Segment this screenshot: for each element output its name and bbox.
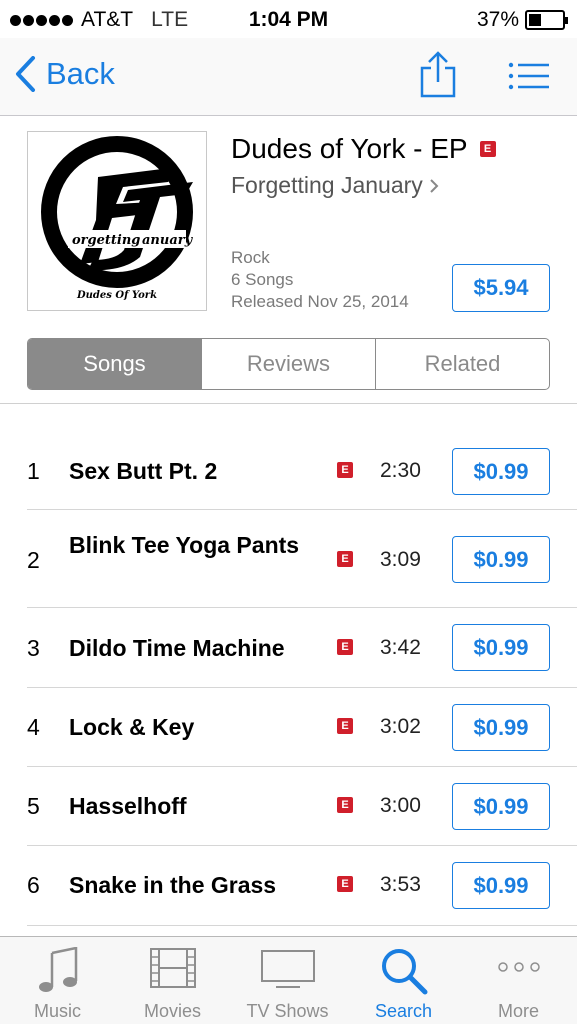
list-icon[interactable] <box>508 62 550 90</box>
tab-label: Music <box>33 1001 81 1021</box>
song-duration: 3:53 <box>380 873 421 896</box>
logo-text-left: orgetting <box>72 233 140 248</box>
song-row[interactable]: 6 Snake in the Grass E 3:53 $0.99 <box>0 846 577 926</box>
song-duration: 3:09 <box>380 548 421 571</box>
album-artwork[interactable]: orgetting anuary Dudes Of York <box>27 131 207 311</box>
segmented-control: Songs Reviews Related <box>27 338 550 390</box>
album-song-count: 6 Songs <box>231 270 294 289</box>
album-title-row: Dudes of York - EP E <box>231 133 496 165</box>
tab-label: More <box>497 1001 539 1021</box>
track-number: 5 <box>27 793 40 819</box>
track-number: 1 <box>27 458 40 484</box>
explicit-badge: E <box>337 797 353 813</box>
explicit-badge: E <box>337 462 353 478</box>
song-duration: 3:42 <box>380 636 421 659</box>
tab-songs[interactable]: Songs <box>28 339 202 389</box>
battery-percent: 37% <box>476 8 519 31</box>
album-buy-button[interactable]: $5.94 <box>452 264 550 312</box>
song-buy-button[interactable]: $0.99 <box>452 536 550 583</box>
tab-more[interactable]: More <box>461 937 576 1024</box>
artist-link[interactable]: Forgetting January <box>231 172 439 199</box>
song-buy-button[interactable]: $0.99 <box>452 624 550 671</box>
song-title: Hasselhoff <box>69 793 187 819</box>
explicit-badge: E <box>479 141 496 157</box>
song-title: Blink Tee Yoga Pants <box>69 532 300 558</box>
song-duration: 3:00 <box>380 794 421 817</box>
tab-related[interactable]: Related <box>376 339 549 389</box>
search-icon <box>381 949 427 995</box>
song-row[interactable]: 2 Blink Tee Yoga Pants E 3:09 $0.99 <box>0 510 577 608</box>
song-row[interactable]: 3 Dildo Time Machine E 3:42 $0.99 <box>0 608 577 688</box>
track-number: 4 <box>27 714 40 740</box>
track-number: 6 <box>27 872 40 898</box>
track-number: 2 <box>27 547 40 573</box>
back-label: Back <box>46 56 115 91</box>
explicit-badge: E <box>337 551 353 567</box>
song-duration: 3:02 <box>380 715 421 738</box>
artwork-caption: Dudes Of York <box>76 290 158 301</box>
song-title: Snake in the Grass <box>69 872 277 898</box>
chevron-right-icon <box>430 178 439 193</box>
music-note-icon <box>38 947 77 992</box>
album-genre: Rock <box>231 248 270 267</box>
song-buy-button[interactable]: $0.99 <box>452 704 550 751</box>
band-logo: orgetting anuary <box>41 136 194 288</box>
tab-label: Search <box>374 1001 433 1021</box>
song-buy-button[interactable]: $0.99 <box>452 862 550 909</box>
tab-label: TV Shows <box>246 1001 329 1021</box>
back-button[interactable]: Back <box>14 56 115 92</box>
track-number: 3 <box>27 635 40 661</box>
more-dots-icon <box>497 962 540 972</box>
tab-reviews[interactable]: Reviews <box>202 339 376 389</box>
tab-bar: Music Movies TV Shows Search More <box>0 936 577 1024</box>
album-release-date: Released Nov 25, 2014 <box>231 292 409 311</box>
tab-music[interactable]: Music <box>0 937 115 1024</box>
artist-name: Forgetting January <box>231 172 423 198</box>
explicit-badge: E <box>337 718 353 734</box>
status-bar: AT&T LTE 1:04 PM 37% <box>0 0 577 38</box>
song-title: Sex Butt Pt. 2 <box>69 458 218 484</box>
logo-text-right: anuary <box>142 233 194 248</box>
tv-icon <box>260 950 315 988</box>
song-buy-button[interactable]: $0.99 <box>452 783 550 830</box>
song-row[interactable]: 4 Lock & Key E 3:02 $0.99 <box>0 688 577 767</box>
song-title: Lock & Key <box>69 714 195 740</box>
song-buy-button[interactable]: $0.99 <box>452 448 550 495</box>
tab-label: Movies <box>143 1001 201 1021</box>
song-duration: 2:30 <box>380 459 421 482</box>
song-row[interactable]: 5 Hasselhoff E 3:00 $0.99 <box>0 767 577 846</box>
tab-search[interactable]: Search <box>346 937 461 1024</box>
tab-movies[interactable]: Movies <box>115 937 230 1024</box>
explicit-badge: E <box>337 639 353 655</box>
navigation-bar: Back <box>0 38 577 116</box>
chevron-left-icon <box>16 56 35 92</box>
film-strip-icon <box>149 948 196 988</box>
tab-tv-shows[interactable]: TV Shows <box>230 937 345 1024</box>
song-title: Dildo Time Machine <box>69 635 285 661</box>
divider <box>0 403 577 404</box>
battery-icon <box>525 10 568 30</box>
share-icon[interactable] <box>418 50 458 100</box>
song-row[interactable]: 1 Sex Butt Pt. 2 E 2:30 $0.99 <box>0 432 577 510</box>
explicit-badge: E <box>337 876 353 892</box>
album-title: Dudes of York - EP <box>231 133 468 164</box>
